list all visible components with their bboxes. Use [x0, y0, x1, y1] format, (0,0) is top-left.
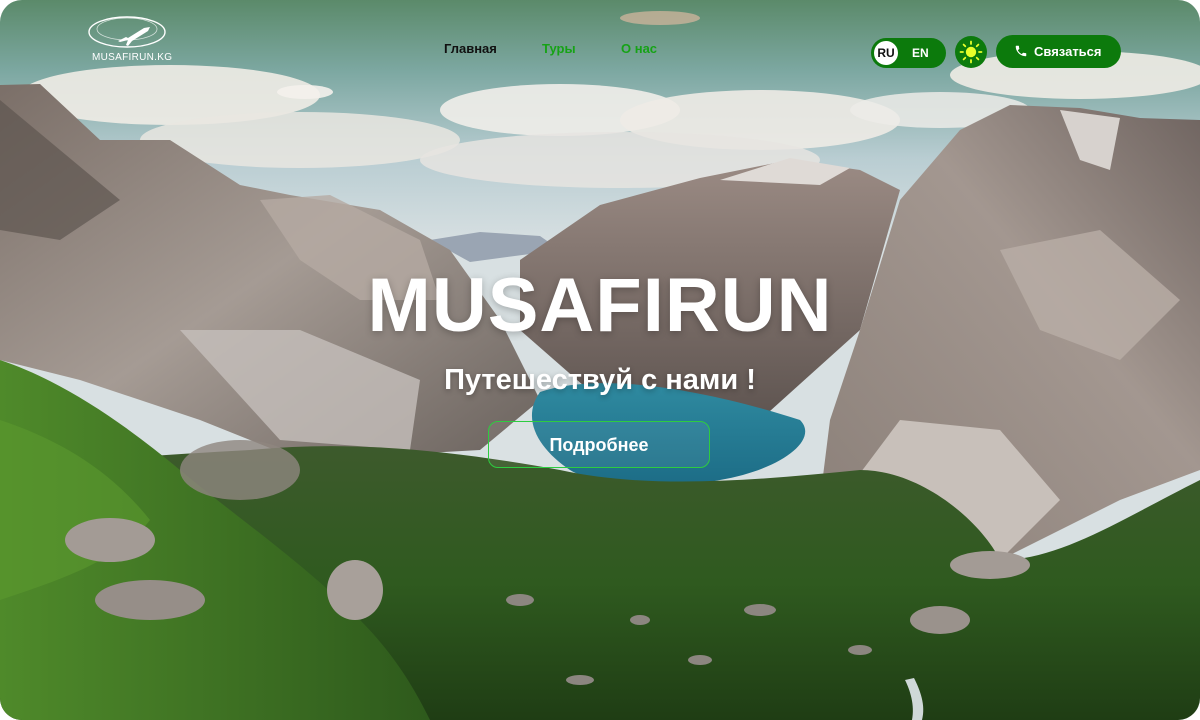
nav-item-home[interactable]: Главная	[444, 41, 497, 56]
plane-globe-icon	[88, 16, 166, 48]
phone-icon	[1015, 45, 1027, 57]
more-details-button[interactable]: Подробнее	[488, 421, 710, 468]
language-option-ru[interactable]: RU	[874, 41, 898, 65]
language-option-en[interactable]: EN	[912, 41, 929, 65]
theme-toggle-button[interactable]	[955, 36, 987, 68]
hero-background-image	[0, 0, 1200, 720]
nav-item-about[interactable]: О нас	[621, 41, 657, 56]
sun-icon	[959, 40, 983, 64]
contact-button[interactable]: Связаться	[996, 35, 1121, 68]
contact-button-label: Связаться	[1034, 44, 1102, 59]
nav-item-tours[interactable]: Туры	[542, 41, 576, 56]
hero-subtitle: Путешествуй с нами !	[444, 364, 756, 396]
logo[interactable]: MUSAFIRUN.KG	[84, 8, 174, 68]
landing-page: MUSAFIRUN.KG Главная Туры О нас RU EN Св…	[0, 0, 1200, 720]
language-switch[interactable]: RU EN	[871, 38, 946, 68]
logo-text: MUSAFIRUN.KG	[92, 52, 173, 63]
hero-title: MUSAFIRUN	[367, 263, 833, 348]
